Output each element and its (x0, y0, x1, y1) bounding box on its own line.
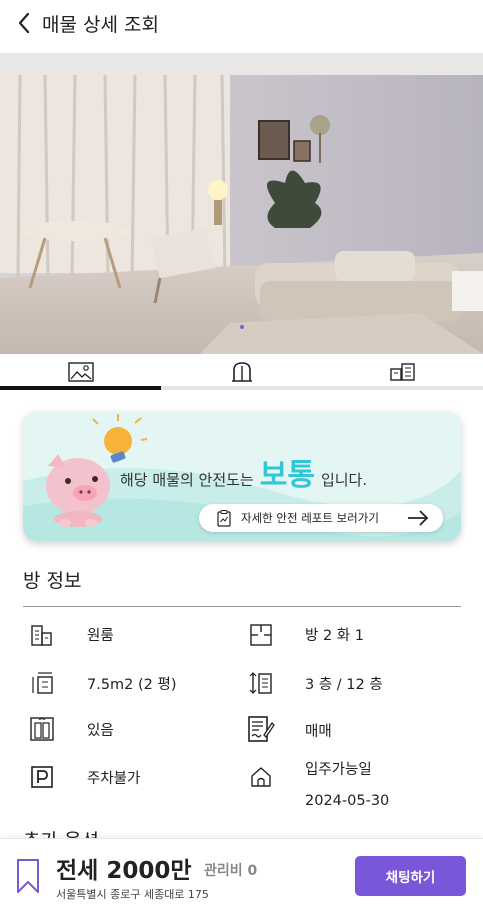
bookmark-button[interactable] (16, 858, 40, 894)
maintenance-fee: 관리비 0 (204, 863, 258, 879)
image-icon (67, 362, 94, 382)
tab-photos[interactable] (0, 354, 161, 390)
price-label: 전세 2000만 (56, 858, 192, 884)
info-area: 7.5m2 (2 평) (27, 668, 177, 698)
chat-button[interactable]: 채팅하기 (355, 856, 466, 896)
safety-report-label: 자세한 안전 레포트 보러가기 (241, 511, 379, 525)
safety-level: 보통 (259, 458, 315, 493)
room-info-title: 방 정보 (23, 570, 82, 592)
info-value: 있음 (87, 723, 114, 739)
info-rooms: 방 2 화 1 (246, 620, 364, 650)
room-photo[interactable] (0, 53, 483, 354)
info-move-in: 입주가능일 2024-05-30 (246, 762, 389, 809)
chevron-left-icon (18, 12, 30, 34)
building-icon (27, 620, 57, 650)
home-icon (246, 762, 276, 792)
contract-icon (246, 714, 276, 744)
parking-icon (27, 762, 57, 792)
building-icon (389, 363, 415, 381)
info-contract: 매매 (246, 714, 332, 744)
info-value: 방 2 화 1 (305, 628, 364, 644)
arrow-right-icon (408, 510, 429, 526)
tab-rooms[interactable] (161, 354, 322, 390)
carousel-indicator[interactable] (240, 325, 244, 329)
safety-message: 해당 매물의 안전도는 보통 입니다. (120, 450, 440, 494)
safety-report-button[interactable]: 자세한 안전 레포트 보러가기 (199, 504, 443, 532)
safety-suffix: 입니다. (320, 471, 368, 489)
address-label: 서울특별시 종로구 세종대로 175 (56, 888, 209, 901)
floor-icon (246, 668, 276, 698)
info-value: 7.5m2 (2 평) (87, 677, 177, 693)
info-floor: 3 층 / 12 층 (246, 668, 383, 698)
info-room-type: 원룸 (27, 620, 114, 650)
bookmark-icon (17, 859, 39, 893)
floorplan-icon (246, 620, 276, 650)
info-value: 매매 (305, 724, 332, 740)
photo-tabs (0, 354, 483, 390)
info-elevator: 있음 (27, 714, 114, 744)
tab-building[interactable] (322, 354, 483, 390)
info-value: 주차불가 (87, 771, 141, 787)
area-icon (27, 668, 57, 698)
door-icon (231, 362, 252, 382)
info-value: 3 층 / 12 층 (305, 677, 383, 693)
clipboard-chart-icon (217, 509, 231, 527)
page-title: 매물 상세 조회 (42, 13, 159, 36)
section-divider (23, 606, 461, 607)
move-in-date: 2024-05-30 (305, 793, 390, 809)
tab-indicator (0, 386, 161, 390)
elevator-icon (27, 714, 57, 744)
top-app-bar: 매물 상세 조회 (0, 0, 483, 46)
bottom-action-bar: 전세 2000만 관리비 0 서울특별시 종로구 세종대로 175 채팅하기 (0, 838, 483, 912)
back-button[interactable] (6, 0, 42, 46)
info-parking: 주차불가 (27, 762, 140, 792)
info-value: 입주가능일 (305, 762, 372, 778)
info-value: 원룸 (87, 628, 114, 644)
safety-prefix: 해당 매물의 안전도는 (120, 471, 254, 489)
